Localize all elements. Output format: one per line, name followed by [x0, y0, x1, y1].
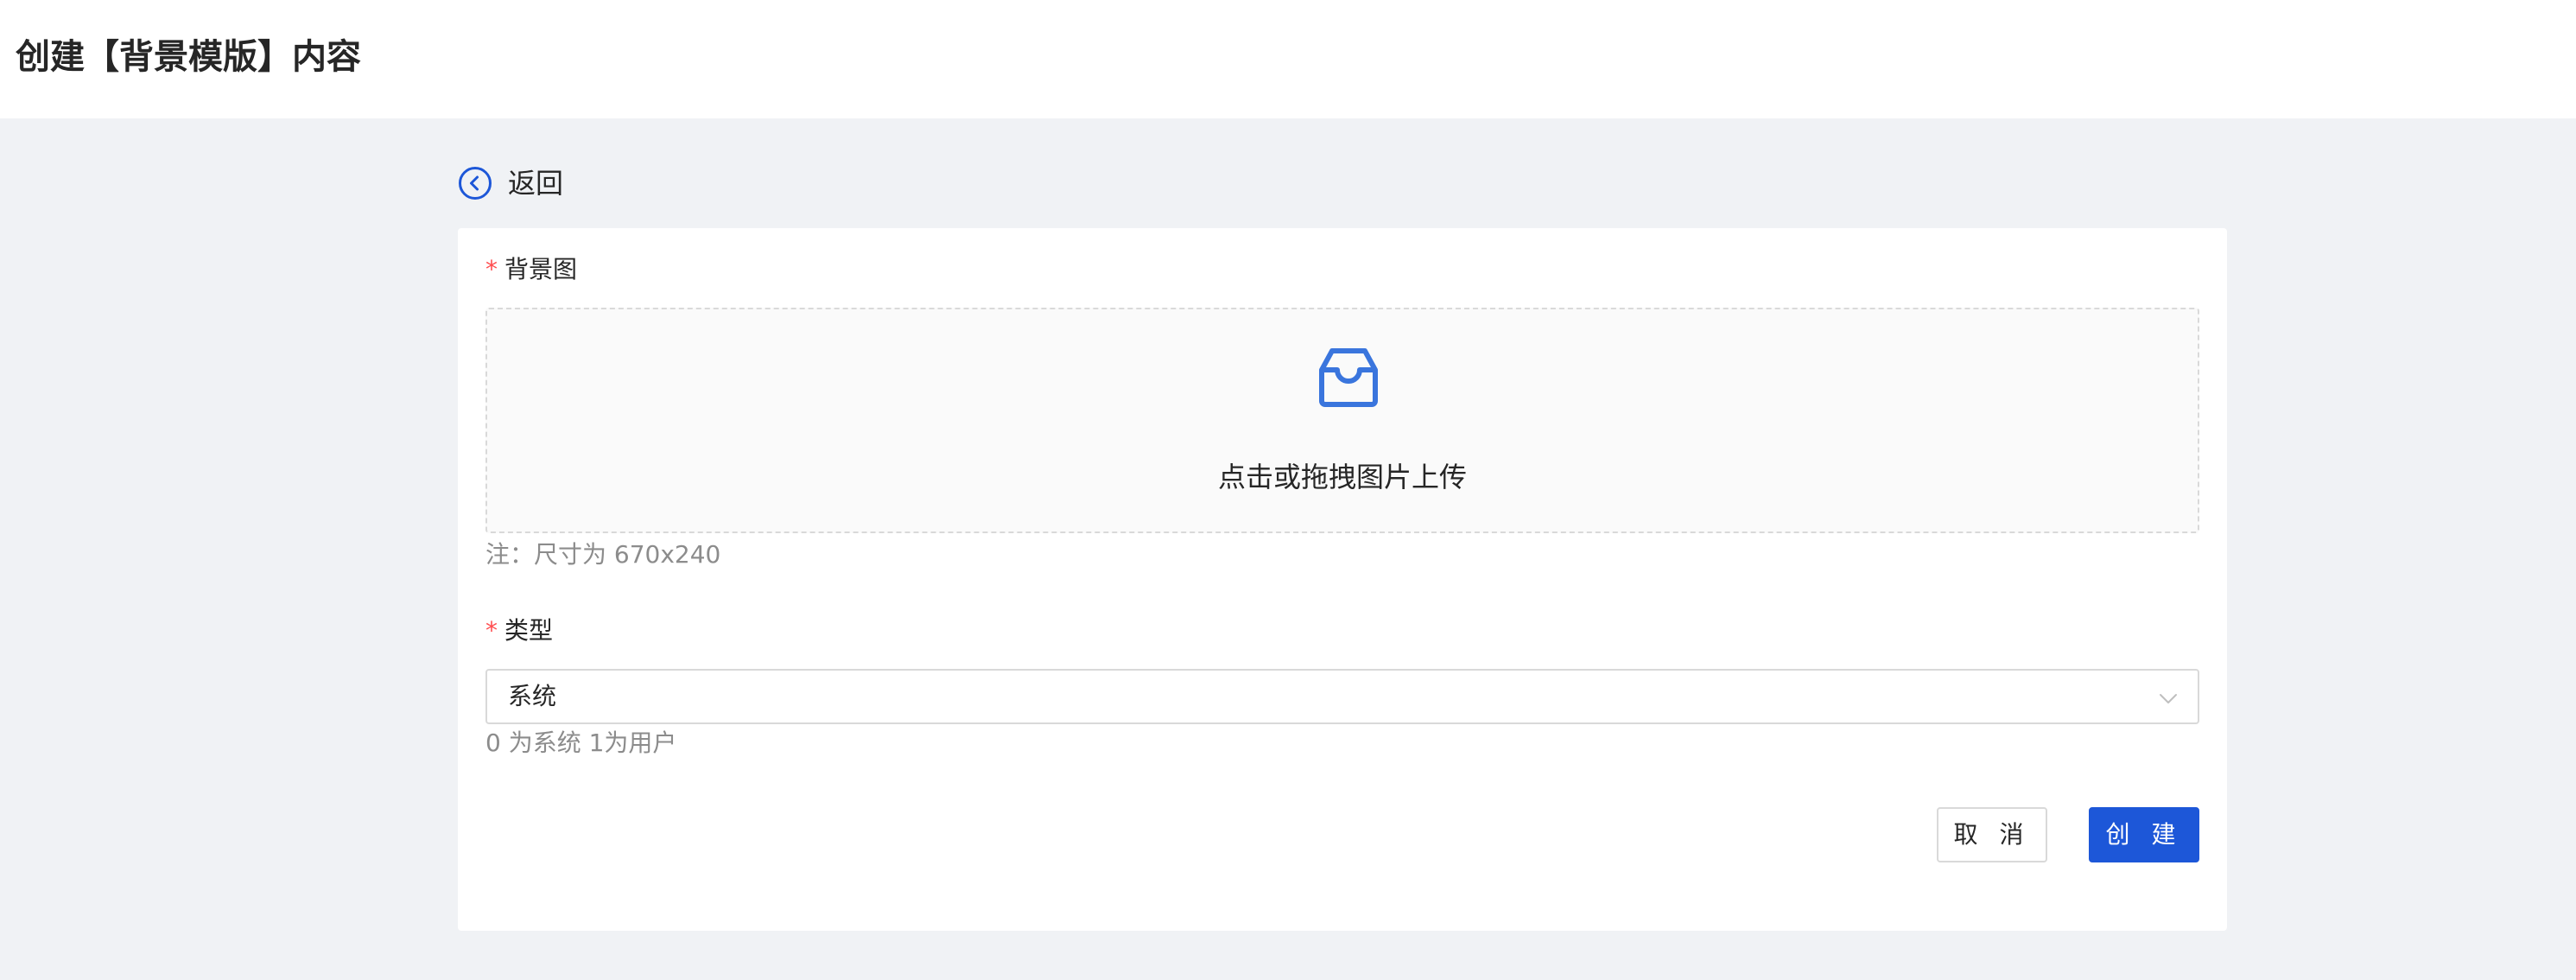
form-card: * 背景图 点击或拖拽图片上传 注：尺寸为 670x240 * 类型 系统 0 为系… [458, 228, 2227, 931]
type-select[interactable]: 系统 [485, 669, 2199, 724]
chevron-down-icon [2160, 694, 2177, 703]
cancel-button[interactable]: 取 消 [1937, 807, 2047, 862]
page-header: 创建【背景模版】内容 [0, 0, 2576, 118]
back-icon [459, 167, 492, 200]
back-label: 返回 [508, 167, 564, 200]
required-mark: * [485, 255, 498, 283]
size-note: 注：尺寸为 670x240 [485, 540, 721, 569]
create-button[interactable]: 创 建 [2089, 807, 2199, 862]
type-help-text: 0 为系统 1为用户 [485, 729, 677, 757]
type-select-value: 系统 [508, 682, 557, 710]
inbox-icon [1319, 348, 1378, 407]
type-field-label: * 类型 [485, 614, 553, 648]
required-mark: * [485, 616, 498, 645]
back-button[interactable]: 返回 [458, 164, 563, 202]
background-field-label: * 背景图 [485, 252, 577, 287]
page-title: 创建【背景模版】内容 [16, 37, 361, 77]
upload-hint: 点击或拖拽图片上传 [1217, 461, 1467, 493]
image-upload-dropzone[interactable]: 点击或拖拽图片上传 [485, 308, 2199, 533]
background-label-text: 背景图 [504, 255, 578, 283]
type-label-text: 类型 [504, 616, 554, 645]
